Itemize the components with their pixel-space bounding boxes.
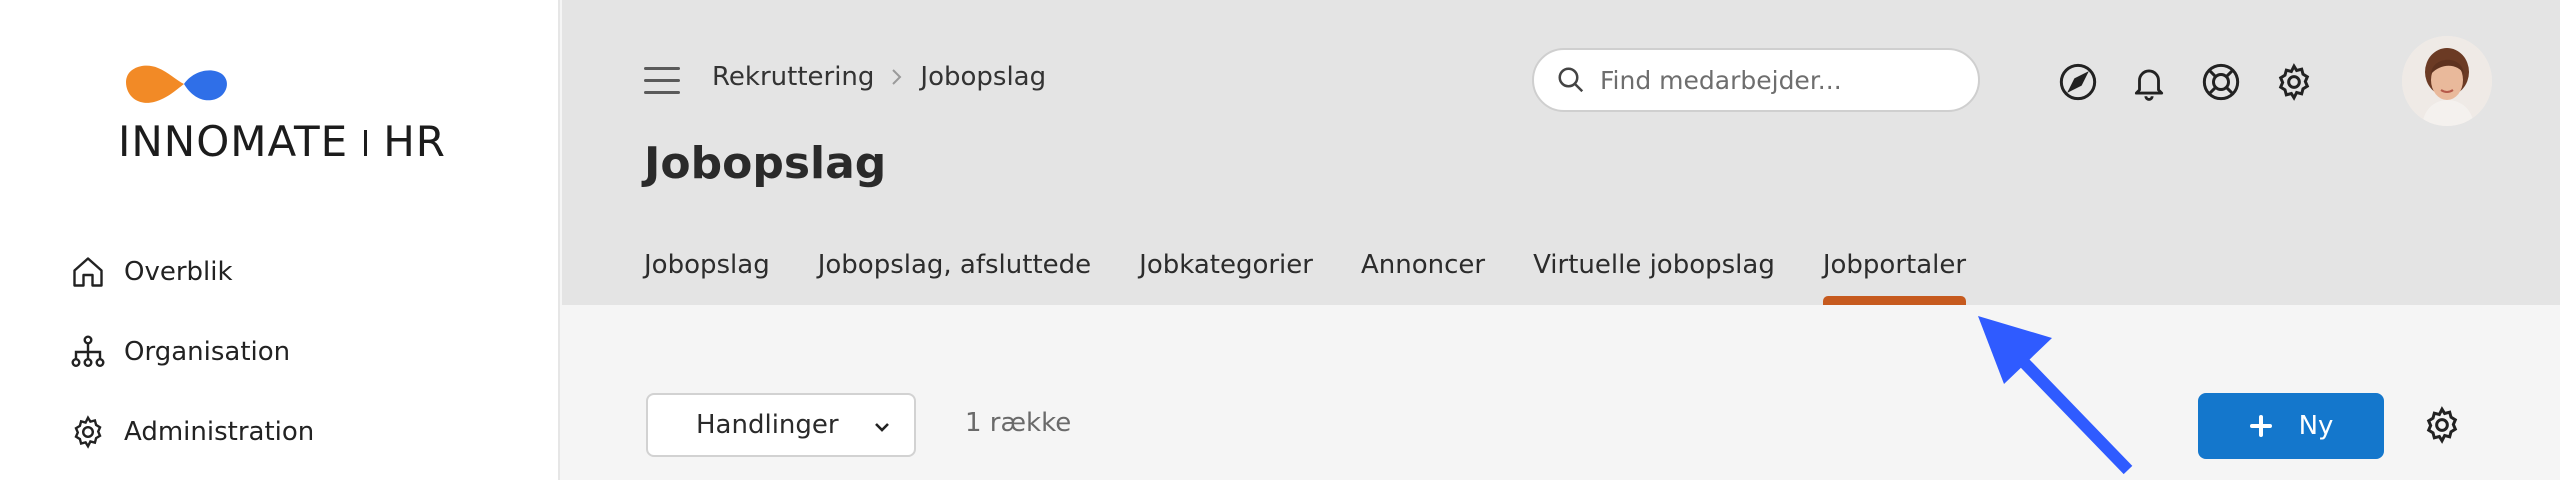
logo-wordmark: INNOMATE HR bbox=[118, 117, 446, 166]
chevron-right-icon bbox=[890, 67, 904, 87]
tab-annoncer[interactable]: Annoncer bbox=[1361, 250, 1485, 280]
new-button[interactable]: Ny bbox=[2198, 393, 2384, 459]
logo-mark-icon bbox=[126, 65, 227, 103]
sidebar-nav: Overblik Organisation Administration bbox=[68, 232, 314, 472]
sidebar-item-label: Overblik bbox=[124, 257, 233, 287]
tab-virtuelle-jobopslag[interactable]: Virtuelle jobopslag bbox=[1533, 250, 1775, 280]
hamburger-menu-icon[interactable] bbox=[644, 67, 680, 95]
sidebar-item-label: Organisation bbox=[124, 337, 291, 367]
org-chart-icon bbox=[68, 332, 108, 372]
avatar[interactable] bbox=[2402, 36, 2492, 126]
page-header: Rekruttering Jobopslag Jobopslag Find me… bbox=[562, 0, 2560, 305]
annotation-arrow-icon bbox=[1978, 316, 2133, 475]
breadcrumb-item-rekruttering[interactable]: Rekruttering bbox=[712, 62, 874, 92]
navigation-icon[interactable] bbox=[2056, 60, 2100, 104]
breadcrumb: Rekruttering Jobopslag bbox=[712, 62, 1046, 92]
page-title: Jobopslag bbox=[644, 138, 887, 189]
sidebar-item-overblik[interactable]: Overblik bbox=[68, 232, 314, 312]
settings-icon[interactable] bbox=[2272, 60, 2316, 104]
tab-bar: Jobopslag Jobopslag, afsluttede Jobkateg… bbox=[644, 250, 2014, 305]
search-box[interactable] bbox=[1532, 48, 1980, 112]
lifebuoy-icon[interactable] bbox=[2199, 60, 2243, 104]
search-input[interactable] bbox=[1600, 65, 1960, 95]
table-settings-icon[interactable] bbox=[2422, 405, 2462, 445]
search-icon bbox=[1556, 65, 1586, 95]
user-portrait-icon bbox=[2402, 36, 2492, 126]
home-icon bbox=[68, 252, 108, 292]
tab-jobportaler[interactable]: Jobportaler bbox=[1822, 250, 1967, 305]
bell-icon[interactable] bbox=[2127, 60, 2171, 104]
row-count: 1 række bbox=[965, 408, 1072, 438]
gear-icon bbox=[68, 412, 108, 452]
plus-icon bbox=[2249, 414, 2273, 438]
sidebar-item-administration[interactable]: Administration bbox=[68, 392, 314, 472]
actions-dropdown-label: Handlinger bbox=[696, 410, 839, 440]
chevron-down-icon bbox=[872, 417, 892, 441]
tab-jobopslag[interactable]: Jobopslag bbox=[644, 250, 770, 280]
actions-dropdown[interactable]: Handlinger bbox=[646, 393, 916, 457]
sidebar-item-label: Administration bbox=[124, 417, 315, 447]
tab-jobkategorier[interactable]: Jobkategorier bbox=[1139, 250, 1313, 280]
new-button-label: Ny bbox=[2298, 411, 2334, 441]
tab-jobopslag-afsluttede[interactable]: Jobopslag, afsluttede bbox=[818, 250, 1091, 280]
breadcrumb-item-jobopslag[interactable]: Jobopslag bbox=[920, 62, 1046, 92]
sidebar: INNOMATE HR Overblik Organisation Adminis… bbox=[0, 0, 560, 480]
sidebar-item-organisation[interactable]: Organisation bbox=[68, 312, 314, 392]
company-logo[interactable]: INNOMATE HR bbox=[118, 62, 448, 166]
